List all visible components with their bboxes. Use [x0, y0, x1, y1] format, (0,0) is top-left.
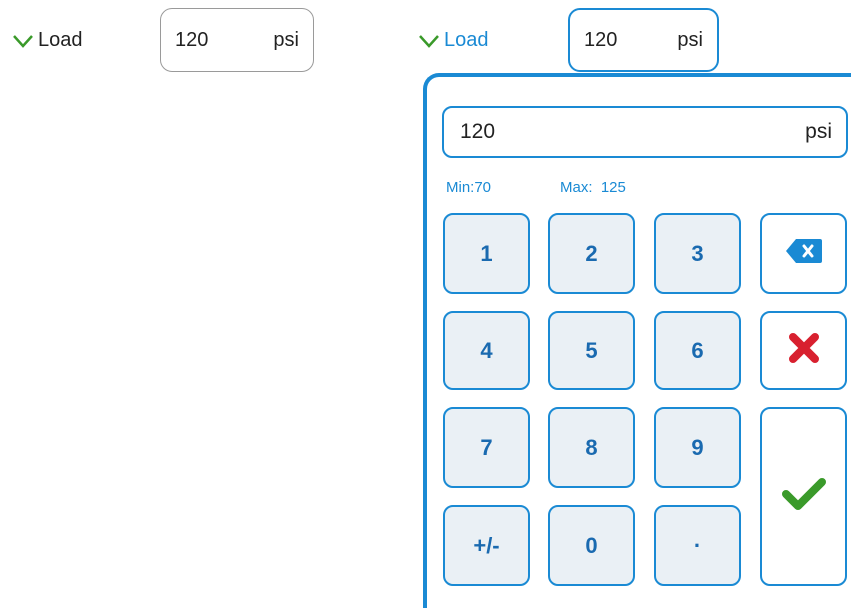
load-unit: psi	[273, 28, 299, 51]
key-5[interactable]: 5	[548, 311, 635, 390]
backspace-icon	[784, 237, 824, 271]
key-4[interactable]: 4	[443, 311, 530, 390]
key-8[interactable]: 8	[548, 407, 635, 488]
load-value: 120	[175, 28, 209, 51]
key-2[interactable]: 2	[548, 213, 635, 294]
load-unit-active: psi	[677, 28, 703, 51]
chevron-down-icon	[418, 33, 440, 49]
load-value-active: 120	[584, 28, 618, 51]
load-input[interactable]: 120 psi	[160, 8, 314, 72]
load-label-row[interactable]: Load	[12, 29, 83, 52]
load-label-row-active[interactable]: Load	[418, 29, 489, 52]
key-9[interactable]: 9	[654, 407, 741, 488]
load-label: Load	[38, 29, 83, 51]
key-1[interactable]: 1	[443, 213, 530, 294]
keypad-display-value: 120	[460, 120, 496, 143]
close-icon	[787, 331, 821, 371]
enter-button[interactable]	[760, 407, 847, 586]
load-label-active: Load	[444, 29, 489, 51]
keypad-display[interactable]: 120 psi	[442, 106, 848, 158]
chevron-down-icon	[12, 33, 34, 49]
key-3[interactable]: 3	[654, 213, 741, 294]
key-0[interactable]: 0	[548, 505, 635, 586]
max-limit: Max: 125	[560, 179, 626, 196]
sign-toggle-key[interactable]: +/-	[443, 505, 530, 586]
backspace-button[interactable]	[760, 213, 847, 294]
clear-button[interactable]	[760, 311, 847, 390]
keypad-display-unit: psi	[805, 120, 832, 143]
min-limit: Min:70	[446, 179, 492, 196]
load-input-active[interactable]: 120 psi	[568, 8, 719, 72]
check-icon	[781, 476, 827, 518]
key-6[interactable]: 6	[654, 311, 741, 390]
decimal-key[interactable]: ·	[654, 505, 741, 586]
key-7[interactable]: 7	[443, 407, 530, 488]
